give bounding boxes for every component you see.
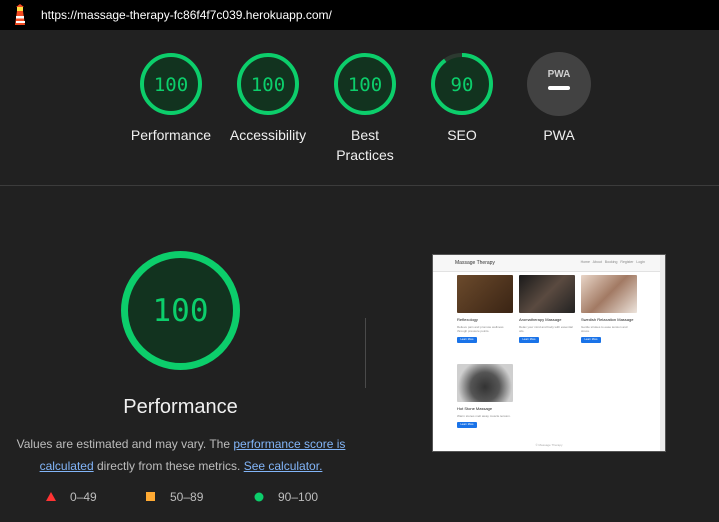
card-button: Learn More [457,422,477,428]
gauge-score: 100 [154,74,188,96]
legend-range: 0–49 [70,490,97,504]
card-image [457,364,513,402]
gauge-pwa[interactable]: PWA PWA [509,51,609,145]
gauge-ring: 90 [431,53,493,115]
gauge-score: 100 [348,74,382,96]
card-title: Hot Stone Massage [457,406,493,411]
performance-gauge-large: 100 [121,251,240,370]
card-image [581,275,637,313]
thumb-nav-links: Home About Booking Register Login [580,260,645,264]
category-title: Performance [123,396,238,418]
thumb-card: Aromatherapy Massage Relax your mind and… [519,275,575,357]
address-bar: https://massage-therapy-fc86f4f7c039.her… [0,0,719,30]
gauge-label: Best Practices [336,127,394,163]
triangle-icon [46,492,56,501]
gauge-ring: 100 [334,53,396,115]
card-title: Swedish Relaxation Massage [581,317,634,322]
final-screenshot-thumbnail[interactable]: Massage Therapy Home About Booking Regis… [432,254,666,452]
thumb-navbar: Massage Therapy Home About Booking Regis… [433,255,665,272]
lighthouse-icon [15,4,25,25]
circle-icon [254,492,264,502]
card-text: Relieve pain and promote wellness throug… [457,325,504,333]
note-text: Values are estimated and may vary. The [16,437,234,451]
card-title: Reflexology [457,317,478,322]
divider [365,318,366,388]
thumb-card: Hot Stone Massage Warm stones melt away … [457,364,513,446]
card-image [519,275,575,313]
legend-range: 90–100 [278,490,319,504]
card-button: Learn More [519,337,539,343]
gauge-label: PWA [543,127,575,143]
thumb-brand: Massage Therapy [455,260,495,266]
gauge-accessibility[interactable]: 100 Accessibility [218,51,318,145]
card-button: Learn More [581,337,601,343]
gauge-seo[interactable]: 90 SEO [412,51,512,145]
gauge-label: Performance [130,127,212,143]
gauge-score: 100 [251,74,285,96]
card-text: Warm stones melt away muscle tension. [457,414,511,418]
square-icon [146,492,155,501]
note-text: directly from these metrics. [93,459,244,473]
gauge-label: Accessibility [229,127,307,143]
thumb-scrollbar [660,255,665,451]
thumb-card: Swedish Relaxation Massage Gentle stroke… [581,275,637,357]
see-calculator-link[interactable]: See calculator. [244,459,323,473]
thumb-footer: © Massage Therapy [535,443,563,447]
page-url[interactable]: https://massage-therapy-fc86f4f7c039.her… [41,8,332,22]
card-button: Learn More [457,337,477,343]
card-text: Gentle strokes to ease tension and stres… [581,325,628,333]
gauge-best-practices[interactable]: 100 Best Practices [315,51,415,165]
pwa-badge-icon: PWA [527,52,591,116]
gauge-label: SEO [447,127,477,143]
gauge-ring: 100 [237,53,299,115]
card-text: Relax your mind and body with essential … [519,325,573,333]
gauge-score: 90 [451,74,474,96]
card-image [457,275,513,313]
score-summary: 100 Performance 100 Accessibility 100 Be… [0,31,719,186]
thumb-card: Reflexology Relieve pain and promote wel… [457,275,513,357]
card-title: Aromatherapy Massage [519,317,562,322]
large-score: 100 [153,293,209,329]
gauge-performance[interactable]: 100 Performance [121,51,221,145]
pwa-badge-text: PWA [548,69,571,80]
gauge-ring: 100 [140,53,202,115]
estimate-note: Values are estimated and may vary. The p… [16,433,346,477]
legend-range: 50–89 [170,490,204,504]
